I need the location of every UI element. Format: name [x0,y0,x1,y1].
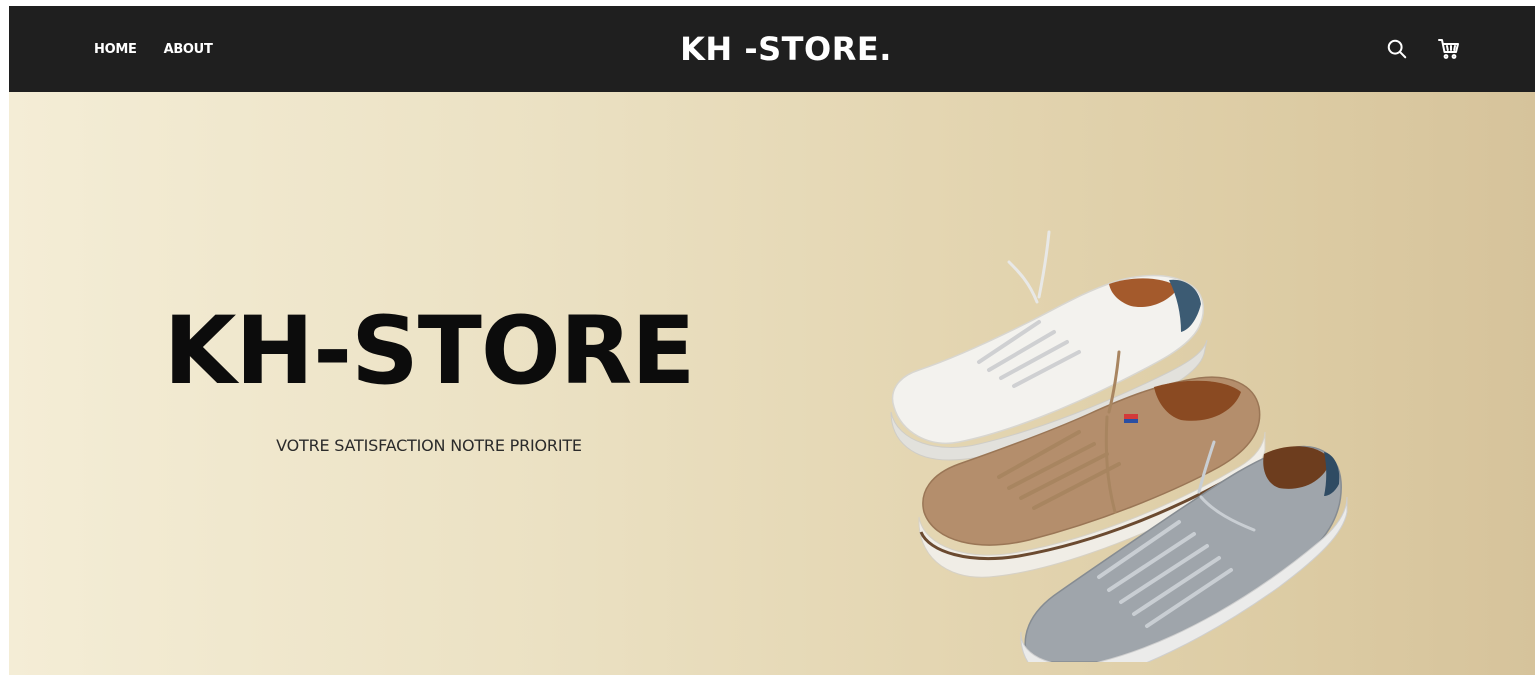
main-nav: HOME ABOUT [94,6,213,92]
cart-button[interactable] [1435,35,1463,63]
hero-subtitle: VOTRE SATISFACTION NOTRE PRIORITE [276,436,582,455]
nav-link-home[interactable]: HOME [94,42,137,57]
brand-container: KH -STORE. [9,6,1535,92]
hero-banner: KH-STORE VOTRE SATISFACTION NOTRE PRIORI… [9,92,1535,675]
cart-icon [1438,39,1459,59]
search-button[interactable] [1383,35,1411,63]
sneakers-image [890,230,1348,662]
hero-title: KH-STORE [163,297,696,406]
navbar: HOME ABOUT KH -STORE. [9,6,1535,92]
brand-logo[interactable]: KH -STORE. [680,30,892,68]
nav-link-about[interactable]: ABOUT [164,42,213,57]
nav-icons [1383,6,1463,92]
page: HOME ABOUT KH -STORE. KH-STORE VOTRE SAT… [0,0,1535,675]
search-icon [1387,39,1407,59]
